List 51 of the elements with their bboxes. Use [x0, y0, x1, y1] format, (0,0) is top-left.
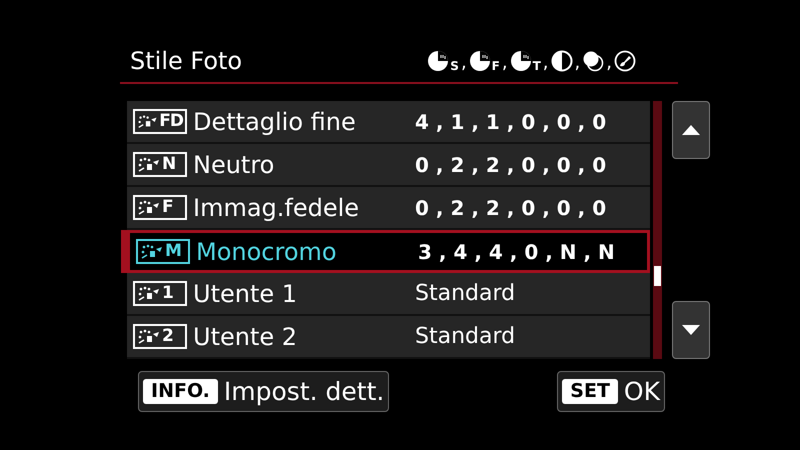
- style-value: 3 , 4 , 4 , 0 , N , N: [418, 238, 615, 266]
- screen-title: Stile Foto: [130, 46, 244, 77]
- sparkle-icon: [137, 198, 161, 216]
- scroll-up-button[interactable]: [672, 101, 710, 159]
- sparkle-icon: [137, 156, 161, 174]
- sparkle-icon: [140, 242, 164, 260]
- separator-comma: ,: [502, 54, 508, 72]
- sparkle-icon: [137, 112, 158, 130]
- style-name: Utente 1: [193, 278, 298, 310]
- style-row[interactable]: F Immag.fedele 0 , 2 , 2 , 0 , 0 , 0: [127, 187, 650, 230]
- overlapping-circles-icon: [582, 50, 604, 72]
- key-label: INFO.: [143, 379, 218, 404]
- sparkle-icon: [137, 284, 161, 302]
- style-value: 0 , 2 , 2 , 0 , 0 , 0: [415, 152, 606, 178]
- action-label: Impost. dett.: [224, 379, 384, 404]
- footer-button[interactable]: SET OK: [557, 371, 665, 412]
- style-name: Utente 2: [193, 322, 298, 352]
- style-value: Standard: [415, 323, 516, 351]
- style-code: F: [162, 199, 173, 216]
- style-value: 0 , 2 , 2 , 0 , 0 , 0: [415, 194, 606, 222]
- style-row[interactable]: 1 Utente 1 Standard: [127, 273, 650, 316]
- parameter-letter: F: [492, 60, 500, 72]
- style-row[interactable]: FD Dettaglio fine 4 , 1 , 1 , 0 , 0 , 0: [127, 101, 650, 144]
- style-row[interactable]: N Neutro 0 , 2 , 2 , 0 , 0 , 0: [127, 144, 650, 187]
- footer-button[interactable]: INFO. Impost. dett.: [138, 371, 390, 412]
- separator-comma: ,: [542, 54, 549, 72]
- style-value: 4 , 1 , 1 , 0 , 0 , 0: [415, 108, 606, 136]
- style-value: Standard: [415, 280, 516, 308]
- scroll-thumb[interactable]: [654, 266, 661, 286]
- style-name: Monocromo: [196, 236, 338, 268]
- parameter-letter: S: [450, 60, 459, 72]
- style-row[interactable]: 2 Utente 2 Standard: [127, 316, 650, 359]
- separator-comma: ,: [574, 54, 580, 72]
- brush-icon: [614, 50, 636, 72]
- scroll-down-button[interactable]: [672, 301, 710, 359]
- style-code: FD: [159, 113, 183, 130]
- sparkle-icon: [137, 328, 161, 346]
- parameter-letter: T: [532, 60, 541, 72]
- separator-comma: ,: [460, 54, 467, 72]
- style-name: Dettaglio fine: [193, 106, 357, 138]
- key-label: SET: [562, 379, 618, 404]
- up-triangle-icon: [682, 125, 700, 135]
- style-name: Neutro: [193, 150, 276, 180]
- style-code: N: [162, 156, 176, 173]
- style-code: M: [165, 243, 181, 260]
- action-label: OK: [624, 379, 660, 404]
- down-triangle-icon: [682, 325, 700, 335]
- separator-comma: ,: [606, 54, 612, 72]
- style-code: 2: [162, 328, 173, 345]
- style-code: 1: [162, 285, 173, 302]
- style-name: Immag.fedele: [193, 192, 360, 224]
